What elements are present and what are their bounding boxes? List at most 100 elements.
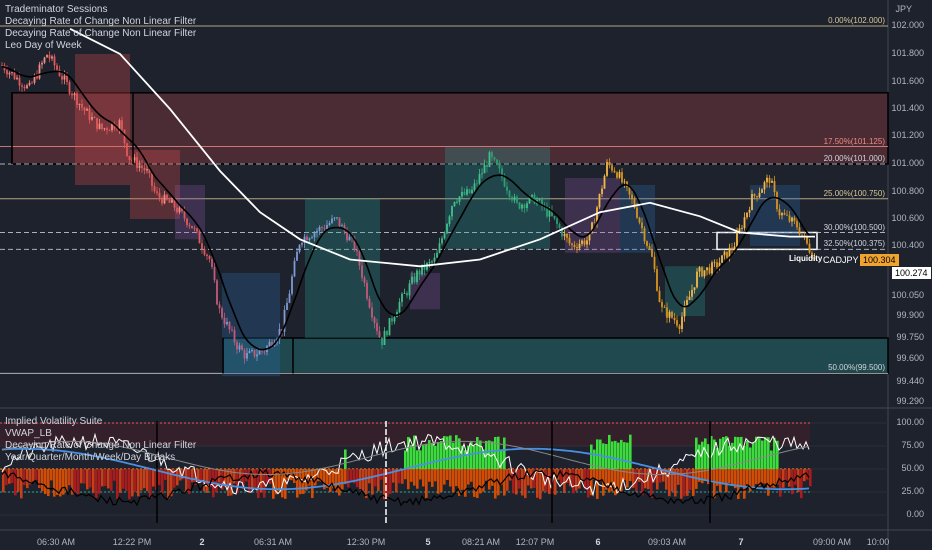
- candle-body: [213, 267, 216, 281]
- osc-bar-down: [83, 469, 86, 484]
- candle-body: [698, 267, 701, 272]
- candle-body: [606, 162, 608, 176]
- candle-body: [291, 276, 293, 294]
- candle-body: [333, 217, 336, 219]
- candle-body: [798, 227, 801, 235]
- osc-bar-down: [539, 469, 542, 500]
- candle-body: [163, 194, 166, 204]
- candle-body: [141, 165, 143, 168]
- osc-bar-down: [44, 469, 47, 494]
- osc-bar-down: [92, 469, 95, 493]
- osc-bar-down: [452, 469, 455, 493]
- osc-bar-down: [371, 469, 374, 495]
- legend-trademinator[interactable]: Trademinator Sessions: [5, 4, 107, 16]
- legend-drocnlf-2[interactable]: Decaying Rate of Change Non Linear Filte…: [5, 28, 196, 40]
- candle-body: [776, 192, 778, 210]
- candle-body: [398, 301, 401, 313]
- legend-breaks[interactable]: Year/Quarter/Month/Week/Day Breaks: [5, 452, 175, 464]
- chart-canvas[interactable]: [0, 0, 932, 550]
- candle-body: [376, 322, 378, 332]
- candle-body: [693, 287, 696, 291]
- osc-bar-down: [377, 469, 380, 492]
- osc-bar-down: [809, 469, 812, 487]
- candle-body: [466, 189, 468, 195]
- osc-bar-down: [227, 469, 230, 496]
- legend-vwap[interactable]: VWAP_LB: [5, 428, 52, 440]
- candle-body: [106, 128, 108, 131]
- candle-body: [221, 308, 223, 318]
- osc-bar-down: [68, 469, 71, 486]
- candle-body: [363, 277, 366, 283]
- candle-body: [808, 243, 811, 253]
- osc-bar-down: [479, 469, 482, 494]
- candle-body: [508, 190, 511, 198]
- candle-body: [701, 267, 703, 277]
- candle-body: [623, 181, 626, 183]
- candle-body: [713, 262, 716, 264]
- candle-body: [488, 152, 491, 167]
- osc-bar-down: [233, 469, 236, 484]
- osc-bar-down: [374, 469, 377, 487]
- candle-body: [646, 241, 648, 247]
- osc-bar-down: [146, 469, 149, 492]
- osc-bar-up: [440, 441, 443, 469]
- candle-body: [788, 215, 791, 222]
- candle-body: [521, 204, 523, 209]
- osc-bar-down: [116, 469, 119, 499]
- time-tick: 10:00: [866, 537, 890, 547]
- candle-body: [691, 290, 693, 297]
- osc-bar-down: [785, 469, 788, 482]
- candle-body: [81, 103, 83, 108]
- osc-bar-up: [722, 437, 725, 469]
- candle-body: [603, 175, 606, 189]
- candle-body: [651, 249, 653, 257]
- price-tick: 99.440: [896, 376, 924, 386]
- osc-bar-down: [104, 469, 107, 487]
- candle-body: [618, 172, 621, 178]
- osc-bar-down: [80, 469, 83, 484]
- legend-drocnlf-3[interactable]: Decaying Rate of Change Non Linear Filte…: [5, 440, 196, 452]
- cadjpy-label: CADJPY: [823, 255, 859, 265]
- price-tick: 100.600: [891, 213, 924, 223]
- candle-body: [326, 224, 328, 229]
- candle-body: [161, 197, 163, 204]
- candle-body: [201, 243, 203, 250]
- osc-bar-down: [137, 469, 140, 497]
- candle-body: [96, 117, 98, 129]
- osc-bar-down: [608, 469, 611, 493]
- candle-body: [493, 157, 496, 160]
- candle-body: [8, 72, 11, 75]
- osc-bar-down: [41, 469, 44, 492]
- candle-body: [46, 54, 48, 58]
- osc-bar-down: [101, 469, 104, 487]
- session-box-8: [620, 185, 655, 253]
- candle-body: [703, 270, 706, 277]
- candle-body: [66, 75, 68, 82]
- candle-body: [721, 255, 723, 263]
- candle-body: [658, 290, 661, 302]
- candle-body: [383, 331, 386, 346]
- osc-bar-down: [764, 469, 767, 484]
- osc-bar-up: [608, 434, 611, 469]
- osc-bar-down: [119, 469, 122, 493]
- legend-leo-dow[interactable]: Leo Day of Week: [5, 40, 82, 52]
- candle-body: [616, 172, 618, 178]
- candle-body: [146, 169, 148, 171]
- candle-body: [428, 261, 431, 264]
- osc-bar-up: [767, 437, 770, 469]
- candle-body: [198, 231, 201, 244]
- legend-iv-suite[interactable]: Implied Volatility Suite: [5, 416, 102, 428]
- osc-bar-down: [311, 469, 314, 499]
- osc-bar-down: [767, 469, 770, 496]
- candle-body: [311, 237, 313, 239]
- legend-drocnlf-1[interactable]: Decaying Rate of Change Non Linear Filte…: [5, 16, 196, 28]
- candle-body: [656, 269, 658, 291]
- osc-bar-down: [128, 469, 131, 500]
- candle-body: [101, 123, 103, 130]
- candle-body: [191, 225, 193, 229]
- candle-body: [473, 183, 476, 190]
- osc-bar-down: [791, 469, 794, 495]
- osc-bar-down: [476, 469, 479, 499]
- time-tick: 6: [595, 537, 601, 547]
- candle-body: [403, 293, 406, 294]
